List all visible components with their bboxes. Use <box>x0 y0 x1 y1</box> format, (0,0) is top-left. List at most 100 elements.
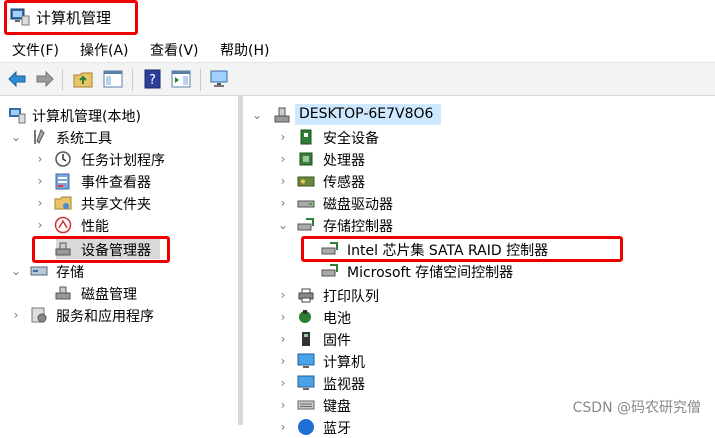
tree-item-disk-drives[interactable]: › 磁盘驱动器 <box>243 192 715 214</box>
tree-item-system-tools[interactable]: ⌄ 系统工具 <box>0 126 238 148</box>
tree-item-label: 存储控制器 <box>323 219 393 235</box>
tree-item-label: 固件 <box>323 333 351 349</box>
tree-item-label: 处理器 <box>323 153 365 169</box>
computer-icon <box>274 107 290 123</box>
tree-item-label: 监视器 <box>323 377 365 393</box>
printer-icon <box>298 288 314 303</box>
tree-item-label: 服务和应用程序 <box>56 309 154 325</box>
tree-item-disk-management[interactable]: 磁盘管理 <box>0 282 238 304</box>
tree-item-computer-category[interactable]: › 计算机 <box>243 350 715 372</box>
firmware-icon <box>302 332 310 346</box>
tree-item-storage[interactable]: ⌄ 存储 <box>0 260 238 282</box>
tree-item-label: 任务计划程序 <box>81 153 165 169</box>
tree-item-label: DESKTOP-6E7V8O6 <box>299 106 434 122</box>
security-chip-icon <box>300 129 312 145</box>
storage-controller-icon <box>321 264 338 277</box>
toolbar-separator <box>132 69 133 91</box>
chevron-down-icon[interactable]: ⌄ <box>10 264 22 278</box>
toolbar-separator <box>200 69 201 91</box>
services-icon <box>31 307 47 323</box>
toolbar: ? <box>0 62 715 96</box>
title-highlight-box <box>4 0 138 35</box>
tree-item-batteries[interactable]: › 电池 <box>243 306 715 328</box>
show-hide-console-tree-icon[interactable] <box>102 68 124 90</box>
computer-management-icon <box>9 108 26 124</box>
menu-bar: 文件(F) 操作(A) 查看(V) 帮助(H) <box>0 36 715 62</box>
tree-item-computer[interactable]: ⌄ DESKTOP-6E7V8O6 <box>243 104 715 126</box>
chevron-right-icon[interactable]: › <box>277 310 289 324</box>
tree-item-label: 性能 <box>81 219 109 235</box>
tree-item-monitors[interactable]: › 监视器 <box>243 372 715 394</box>
processor-icon <box>299 152 313 166</box>
monitor-icon <box>297 375 315 390</box>
console-tree-pane: 计算机管理(本地) ⌄ 系统工具 › 任务计划程序 › 事件查看器 › 共享文件… <box>0 96 238 425</box>
tree-item-label: 安全设备 <box>323 131 379 147</box>
tree-item-event-viewer[interactable]: › 事件查看器 <box>0 170 238 192</box>
tree-item-label: 计算机 <box>323 355 365 371</box>
menu-action[interactable]: 操作(A) <box>80 40 129 60</box>
chevron-right-icon[interactable]: › <box>277 288 289 302</box>
tree-item-label: 系统工具 <box>56 131 112 147</box>
menu-help[interactable]: 帮助(H) <box>220 40 269 60</box>
tree-item-label: 磁盘管理 <box>81 287 137 303</box>
sensor-icon <box>297 176 315 187</box>
disk-drive-icon <box>297 200 315 208</box>
chevron-right-icon[interactable]: › <box>277 332 289 346</box>
chevron-down-icon[interactable]: ⌄ <box>251 108 263 122</box>
chevron-right-icon[interactable]: › <box>277 420 289 434</box>
tools-icon <box>34 129 45 144</box>
tree-item-bluetooth[interactable]: › 蓝牙 <box>243 416 715 438</box>
tree-item-performance[interactable]: › 性能 <box>0 214 238 236</box>
tree-item-firmware[interactable]: › 固件 <box>243 328 715 350</box>
tree-item-security-devices[interactable]: › 安全设备 <box>243 126 715 148</box>
tree-item-services-apps[interactable]: › 服务和应用程序 <box>0 304 238 326</box>
chevron-right-icon[interactable]: › <box>34 152 46 166</box>
chevron-right-icon[interactable]: › <box>10 308 22 322</box>
performance-icon <box>54 216 72 234</box>
tree-item-task-scheduler[interactable]: › 任务计划程序 <box>0 148 238 170</box>
tree-item-sensors[interactable]: › 传感器 <box>243 170 715 192</box>
tree-item-label: 传感器 <box>323 175 365 191</box>
folder-up-icon[interactable] <box>72 68 94 90</box>
menu-file[interactable]: 文件(F) <box>12 40 59 60</box>
chevron-right-icon[interactable]: › <box>277 196 289 210</box>
watermark: CSDN @码农研究僧 <box>572 400 701 416</box>
chevron-right-icon[interactable]: › <box>277 152 289 166</box>
tree-item-root[interactable]: 计算机管理(本地) <box>0 104 238 126</box>
chevron-right-icon[interactable]: › <box>34 196 46 210</box>
tree-item-label: 计算机管理(本地) <box>32 109 141 125</box>
tree-item-print-queues[interactable]: › 打印队列 <box>243 284 715 306</box>
show-action-pane-icon[interactable] <box>170 68 192 90</box>
storage-controller-icon <box>297 218 314 231</box>
forward-arrow-icon[interactable] <box>34 68 56 90</box>
chevron-right-icon[interactable]: › <box>34 174 46 188</box>
tree-item-shared-folders[interactable]: › 共享文件夹 <box>0 192 238 214</box>
chevron-down-icon[interactable]: ⌄ <box>10 130 22 144</box>
monitor-icon[interactable] <box>208 68 230 90</box>
keyboard-icon <box>297 400 315 410</box>
device-manager-highlight-box <box>32 236 170 263</box>
chevron-right-icon[interactable]: › <box>277 354 289 368</box>
shared-folder-icon <box>54 196 72 210</box>
tree-item-storage-controllers[interactable]: ⌄ 存储控制器 <box>243 214 715 236</box>
help-icon[interactable]: ? <box>142 68 164 90</box>
chevron-right-icon[interactable]: › <box>34 218 46 232</box>
tree-item-label: 电池 <box>323 311 351 327</box>
back-arrow-icon[interactable] <box>6 68 28 90</box>
clock-icon <box>55 151 71 167</box>
tree-item-label: 磁盘驱动器 <box>323 197 393 213</box>
tree-item-microsoft-storage-spaces[interactable]: Microsoft 存储空间控制器 <box>243 260 715 282</box>
tree-item-label: Microsoft 存储空间控制器 <box>347 265 514 281</box>
chevron-right-icon[interactable]: › <box>277 130 289 144</box>
chevron-right-icon[interactable]: › <box>277 376 289 390</box>
intel-controller-highlight-box <box>301 236 623 262</box>
chevron-right-icon[interactable]: › <box>277 174 289 188</box>
tree-item-label: 键盘 <box>323 399 351 415</box>
tree-item-label: 存储 <box>56 265 84 281</box>
menu-view[interactable]: 查看(V) <box>150 40 199 60</box>
bluetooth-icon <box>298 419 314 435</box>
chevron-down-icon[interactable]: ⌄ <box>277 218 289 232</box>
toolbar-separator <box>62 69 63 91</box>
tree-item-processors[interactable]: › 处理器 <box>243 148 715 170</box>
chevron-right-icon[interactable]: › <box>277 398 289 412</box>
